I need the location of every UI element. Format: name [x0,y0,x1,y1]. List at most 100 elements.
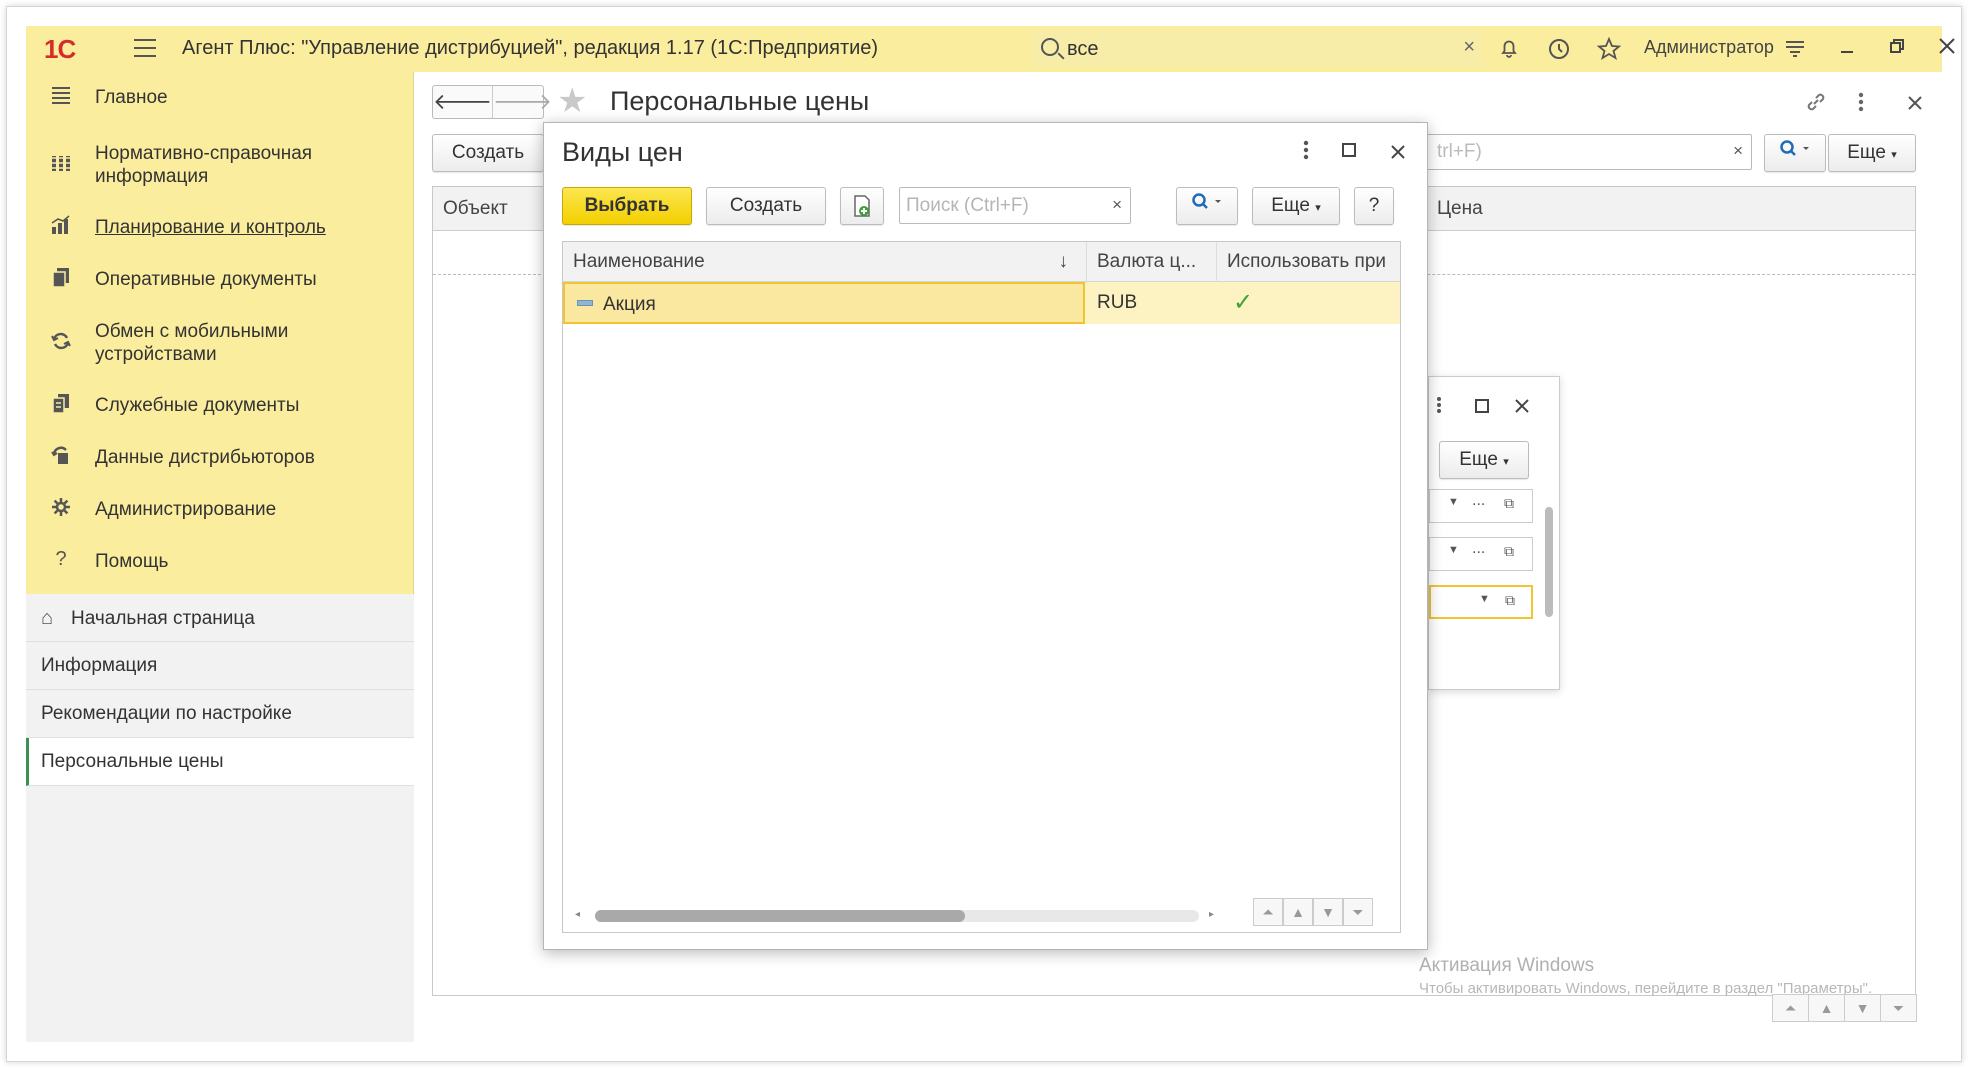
hamburger-menu-icon[interactable] [134,39,156,57]
sidebar-item-catalogs[interactable]: Нормативно-справочная информация [26,140,414,188]
help-icon: ? [55,548,67,570]
search-placeholder: trl+F) [1437,141,1482,162]
price-types-list: Наименование ↓ Валюта ц... Использовать … [562,241,1401,933]
more-label: Еще [1271,195,1310,216]
close-icon[interactable] [1389,141,1407,167]
search-input[interactable]: Поиск (Ctrl+F) × [899,187,1131,224]
more-label: Еще [1847,142,1886,163]
scroll-top-icon[interactable]: ⏶ [1253,898,1283,926]
open-form-icon[interactable]: ⧉ [1505,592,1515,609]
back-arrow-icon[interactable]: 🡐 [433,86,492,118]
search-options-button[interactable] [1764,134,1826,172]
name-cell[interactable]: Акция [563,282,1085,324]
scroll-down-icon[interactable]: ▼ [1313,898,1343,926]
vertical-scrollbar[interactable] [1545,507,1553,617]
sidebar: Главное Нормативно-справочная информация… [26,72,414,1042]
more-vertical-icon[interactable] [1302,139,1310,167]
more-vertical-icon[interactable] [1435,395,1443,421]
bell-icon[interactable] [1496,36,1522,62]
scroll-down-icon[interactable]: ▼ [1844,994,1881,1022]
column-header-use[interactable]: Использовать при [1217,242,1400,282]
open-window-home[interactable]: ⌂ Начальная страница [26,594,414,642]
close-window-icon[interactable] [1934,36,1960,62]
page-title: Персональные цены [610,86,870,116]
scroll-up-icon[interactable]: ▲ [1808,994,1845,1022]
more-button[interactable]: Еще ▾ [1252,187,1340,225]
scroll-right-icon[interactable]: ▸ [1209,909,1214,920]
search-options-button[interactable] [1176,187,1238,225]
use-cell[interactable]: ✓ [1217,282,1400,324]
scrollbar-thumb[interactable] [595,910,965,922]
forward-arrow-icon[interactable]: 🡒 [492,86,552,118]
open-form-icon[interactable]: ⧉ [1504,543,1514,560]
activation-watermark-title: Активация Windows [1419,955,1595,976]
sidebar-item-label: Служебные документы [95,394,300,416]
close-tab-icon[interactable] [1906,92,1924,118]
clear-search-icon[interactable]: × [1463,36,1475,59]
clear-search-icon[interactable]: × [1112,195,1122,215]
more-button[interactable]: Еще ▾ [1828,134,1916,172]
dropdown-field[interactable]: ▼ ... ⧉ [1429,537,1533,571]
sidebar-item-label: Обмен с мобильными устройствами [95,321,289,365]
more-button[interactable]: Еще ▾ [1439,441,1529,479]
search-input[interactable]: trl+F) × [1426,134,1752,170]
sidebar-item-main[interactable]: Главное [26,84,414,110]
maximize-icon[interactable] [1342,143,1356,157]
open-window-information[interactable]: Информация [26,642,414,690]
minimize-icon[interactable] [1834,36,1860,62]
maximize-icon[interactable] [1475,399,1489,413]
checkmark-icon: ✓ [1233,289,1254,316]
help-button[interactable]: ? [1354,187,1394,225]
favorites-star-icon[interactable] [1596,36,1622,62]
horizontal-scrollbar[interactable] [595,910,1199,922]
scroll-up-icon[interactable]: ▲ [1283,898,1313,926]
currency-cell[interactable]: RUB [1087,282,1217,324]
sidebar-item-label: Администрирование [95,498,277,520]
user-name[interactable]: Администратор [1644,37,1774,58]
settings-lines-icon[interactable] [1782,36,1808,62]
open-form-icon[interactable]: ⧉ [1504,495,1514,512]
catalog-item-icon [577,300,593,307]
open-window-setup-recommendations[interactable]: Рекомендации по настройке [26,690,414,738]
scroll-bottom-icon[interactable]: ⏷ [1343,898,1373,926]
sidebar-item-service-docs[interactable]: Служебные документы [26,392,414,418]
sidebar-item-distributor-data[interactable]: Данные дистрибьюторов [26,444,414,470]
scroll-left-icon[interactable]: ◂ [575,909,580,920]
open-window-personal-prices[interactable]: Персональные цены [26,738,414,786]
column-header-object[interactable]: Объект [443,198,508,220]
background-dialog: Еще ▾ ▼ ... ⧉ ▼ ... ⧉ ▼ ⧉ [1428,376,1560,690]
sync-icon [48,330,74,356]
clear-search-icon[interactable]: × [1733,141,1743,161]
sections-panel: Главное Нормативно-справочная информация… [26,72,414,594]
app-title: Агент Плюс: "Управление дистрибуцией", р… [182,37,879,59]
dropdown-field[interactable]: ▼ ... ⧉ [1429,489,1533,523]
navigation-buttons: 🡐 🡒 [432,85,552,119]
select-button[interactable]: Выбрать [562,187,692,225]
open-window-label: Информация [41,655,158,676]
sidebar-item-operational-docs[interactable]: Оперативные документы [26,266,414,292]
history-icon[interactable] [1546,36,1572,62]
sidebar-item-administration[interactable]: Администрирование [26,496,414,522]
scroll-top-icon[interactable]: ⏶ [1772,994,1809,1022]
create-button[interactable]: Создать [706,187,826,225]
sidebar-item-planning[interactable]: Планирование и контроль [26,214,414,240]
column-header-price[interactable]: Цена [1437,198,1483,220]
open-window-label: Начальная страница [71,608,255,629]
link-icon[interactable] [1804,90,1828,120]
column-header-name[interactable]: Наименование ↓ [563,242,1087,282]
copy-item-icon[interactable] [840,187,884,225]
create-button[interactable]: Создать [432,134,544,172]
sidebar-item-mobile-exchange[interactable]: Обмен с мобильными устройствами [26,318,414,366]
close-icon[interactable] [1513,397,1531,421]
global-search-input[interactable]: все × [1033,31,1483,67]
column-header-currency[interactable]: Валюта ц... [1087,242,1217,282]
table-row[interactable]: Акция RUB ✓ [563,282,1400,324]
more-vertical-icon[interactable] [1856,90,1866,120]
favorite-star-icon[interactable]: ★ [557,84,587,118]
scroll-bottom-icon[interactable]: ⏷ [1880,994,1917,1022]
dropdown-field-focused[interactable]: ▼ ⧉ [1429,585,1533,619]
restore-icon[interactable] [1884,36,1910,62]
catalog-icon [48,152,74,178]
sidebar-item-help[interactable]: ? Помощь [26,548,414,574]
chart-icon [48,214,74,240]
